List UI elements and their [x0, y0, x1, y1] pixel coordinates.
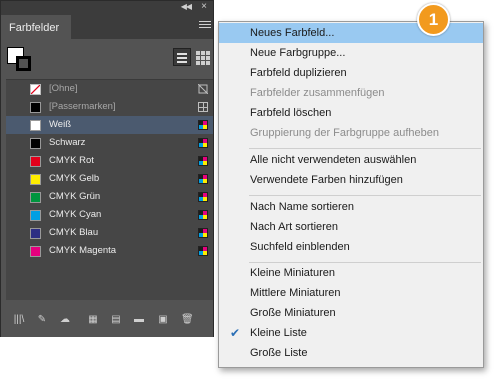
swatch-row-black[interactable]: Schwarz — [6, 134, 213, 152]
panel-bottom-toolbar: |||\ ✎ ☁ ▦ ▤ ▬ ▣ 🗑 — [1, 301, 213, 337]
stroke-swatch[interactable] — [16, 56, 31, 71]
cmyk-process-icon — [198, 174, 208, 184]
menu-separator — [249, 195, 481, 196]
blue-swatch — [30, 228, 41, 239]
menu-separator — [249, 148, 481, 149]
swatch-row-green[interactable]: CMYK Grün — [6, 188, 213, 206]
show-all-swatches-icon[interactable]: ▦ — [87, 314, 99, 325]
menu-item-sort-by-name[interactable]: Nach Name sortieren — [219, 197, 483, 217]
menu-item-small-list: Kleine Liste — [250, 327, 307, 339]
menu-item-large-thumbnails[interactable]: Große Miniaturen — [219, 303, 483, 323]
list-view-button[interactable] — [173, 48, 191, 66]
menu-item-show-find-field[interactable]: Suchfeld einblenden — [219, 237, 483, 257]
swatch-label: CMYK Gelb — [49, 173, 100, 184]
menu-item-small-list-row[interactable]: ✔ Kleine Liste — [219, 323, 483, 343]
swatch-row-magenta[interactable]: CMYK Magenta — [6, 242, 213, 260]
cmyk-process-icon — [198, 246, 208, 256]
white-swatch — [30, 120, 41, 131]
swatch-list: [Ohne] [Passermarken] Weiß Schwarz CMYK … — [6, 79, 213, 300]
panel-flyout-menu: Neues Farbfeld... Neue Farbgruppe... Far… — [218, 21, 484, 368]
color-theme-icon[interactable]: ✎ — [36, 314, 48, 325]
green-swatch — [30, 192, 41, 203]
cyan-swatch — [30, 210, 41, 221]
new-color-group-icon[interactable]: ▬ — [133, 314, 145, 325]
delete-icon[interactable]: 🗑 — [181, 314, 194, 325]
cmyk-process-icon — [198, 156, 208, 166]
swatch-row-red[interactable]: CMYK Rot — [6, 152, 213, 170]
panel-menu-icon[interactable] — [199, 19, 211, 29]
menu-item-large-list[interactable]: Große Liste — [219, 343, 483, 363]
menu-item-duplicate-swatch[interactable]: Farbfeld duplizieren — [219, 63, 483, 83]
panel-tabbar: Farbfelder — [1, 15, 213, 39]
registration-swatch — [30, 102, 41, 113]
registration-icon — [198, 102, 208, 112]
cmyk-process-icon — [198, 210, 208, 220]
red-swatch — [30, 156, 41, 167]
menu-item-sort-by-kind[interactable]: Nach Art sortieren — [219, 217, 483, 237]
menu-item-small-thumbnails[interactable]: Kleine Miniaturen — [219, 263, 483, 283]
swatch-options-icon[interactable]: ▤ — [110, 314, 122, 325]
black-swatch — [30, 138, 41, 149]
swatches-panel: ◀◀ × Farbfelder [Ohne] [Passermarken] We… — [0, 0, 214, 337]
panel-titlebar: ◀◀ × — [1, 1, 213, 15]
swatch-label: CMYK Rot — [49, 155, 94, 166]
swatch-row-registration[interactable]: [Passermarken] — [6, 98, 213, 116]
cc-library-icon[interactable]: ☁ — [57, 314, 73, 325]
menu-item-ungroup-color-group[interactable]: Gruppierung der Farbgruppe aufheben — [219, 123, 483, 143]
swatch-row-none[interactable]: [Ohne] — [6, 80, 213, 98]
swatch-label: CMYK Grün — [49, 191, 101, 202]
tab-swatches[interactable]: Farbfelder — [1, 15, 71, 39]
fill-stroke-control[interactable] — [7, 47, 33, 73]
yellow-swatch — [30, 174, 41, 185]
cmyk-process-icon — [198, 192, 208, 202]
close-panel-icon[interactable]: × — [201, 1, 207, 12]
checkmark-icon: ✔ — [230, 326, 241, 340]
swatch-row-yellow[interactable]: CMYK Gelb — [6, 170, 213, 188]
swatch-label: [Ohne] — [49, 83, 78, 94]
grid-view-button[interactable] — [194, 48, 212, 66]
cmyk-process-icon — [198, 138, 208, 148]
swatch-label: [Passermarken] — [49, 101, 116, 112]
menu-item-delete-swatch[interactable]: Farbfeld löschen — [219, 103, 483, 123]
menu-item-select-all-unused[interactable]: Alle nicht verwendeten auswählen — [219, 150, 483, 170]
no-edit-icon — [198, 84, 208, 94]
none-swatch — [30, 84, 41, 95]
new-swatch-icon[interactable]: ▣ — [157, 314, 169, 325]
collapse-panel-icon[interactable]: ◀◀ — [181, 2, 192, 11]
swatch-label: CMYK Cyan — [49, 209, 102, 220]
menu-item-merge-swatches[interactable]: Farbfelder zusammenfügen — [219, 83, 483, 103]
swatch-row-white[interactable]: Weiß — [6, 116, 213, 134]
swatch-label: CMYK Magenta — [49, 245, 117, 256]
magenta-swatch — [30, 246, 41, 257]
menu-item-add-used-colors[interactable]: Verwendete Farben hinzufügen — [219, 170, 483, 190]
swatch-libraries-icon[interactable]: |||\ — [13, 314, 25, 325]
menu-item-new-color-group[interactable]: Neue Farbgruppe... — [219, 43, 483, 63]
swatch-label: Weiß — [49, 119, 71, 130]
cmyk-process-icon — [198, 228, 208, 238]
swatch-label: Schwarz — [49, 137, 86, 148]
step-number-badge: 1 — [417, 3, 450, 36]
swatch-row-cyan[interactable]: CMYK Cyan — [6, 206, 213, 224]
menu-item-medium-thumbnails[interactable]: Mittlere Miniaturen — [219, 283, 483, 303]
swatch-label: CMYK Blau — [49, 227, 99, 238]
swatch-row-blue[interactable]: CMYK Blau — [6, 224, 213, 242]
cmyk-process-icon — [198, 120, 208, 130]
